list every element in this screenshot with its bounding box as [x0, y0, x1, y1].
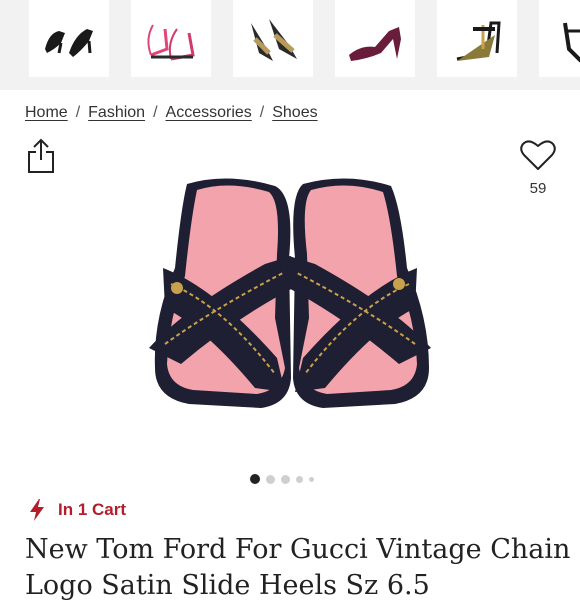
share-icon — [28, 138, 54, 173]
carousel-dot[interactable] — [266, 474, 275, 484]
carousel-dot[interactable] — [296, 475, 303, 483]
black-mule-sandal-image — [45, 28, 93, 57]
thumbnail-burgundy-pump[interactable] — [335, 0, 415, 77]
breadcrumb-home-link[interactable]: Home — [25, 104, 68, 122]
thumbnail-gold-t-strap[interactable] — [437, 0, 517, 77]
cart-status: In 1 Cart — [28, 498, 126, 522]
like-count: 59 — [529, 180, 547, 197]
breadcrumb-separator: / — [75, 104, 81, 121]
carousel-dot[interactable] — [281, 474, 290, 484]
black-heel-partial-image — [563, 22, 580, 62]
thumbnail-black-mule[interactable] — [29, 0, 109, 77]
thumbnail-strip — [0, 0, 580, 90]
share-button[interactable] — [27, 138, 55, 174]
like-button[interactable] — [519, 137, 557, 173]
breadcrumb-shoes-link[interactable]: Shoes — [272, 104, 317, 122]
printed-heel-sandal-image — [251, 18, 297, 61]
thumbnail-black-heel[interactable] — [539, 0, 580, 77]
product-title: New Tom Ford For Gucci Vintage Chain Log… — [25, 534, 571, 601]
breadcrumb: Home / Fashion / Accessories / Shoes — [25, 104, 318, 122]
thumbnail-pink-strappy[interactable] — [131, 0, 211, 77]
burgundy-velvet-pump-image — [349, 26, 401, 61]
pink-strappy-heel-image — [147, 24, 195, 60]
breadcrumb-fashion-link[interactable]: Fashion — [88, 104, 145, 122]
product-image[interactable] — [125, 168, 455, 448]
breadcrumb-separator: / — [259, 104, 265, 121]
heart-icon — [520, 140, 556, 170]
breadcrumb-separator: / — [153, 104, 158, 121]
carousel-indicator — [250, 473, 314, 485]
carousel-dot[interactable] — [309, 476, 314, 482]
gucci-slide-heels-image — [149, 178, 431, 408]
in-cart-label: In 1 Cart — [58, 500, 127, 519]
thumbnail-printed-sandal[interactable] — [233, 0, 313, 77]
bolt-icon — [30, 499, 44, 521]
carousel-dot-active[interactable] — [250, 474, 260, 484]
breadcrumb-accessories-link[interactable]: Accessories — [166, 104, 252, 122]
gold-t-strap-sandal-image — [456, 21, 501, 61]
